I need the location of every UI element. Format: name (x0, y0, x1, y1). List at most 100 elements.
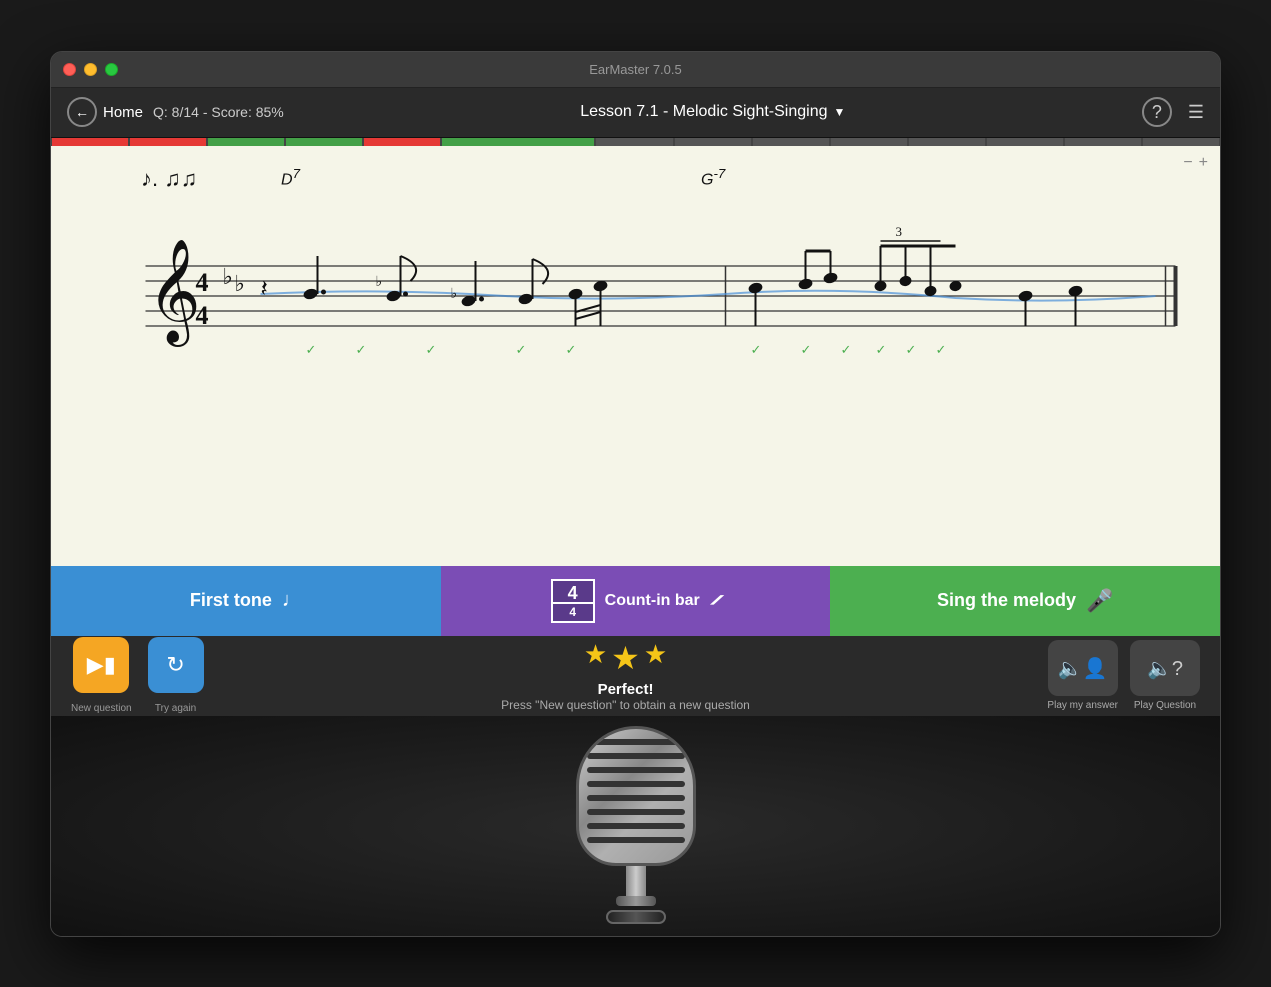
speaker-person-icon: 🔈👤 (1058, 656, 1108, 681)
metronome-icon: 𝄍 (710, 588, 721, 614)
svg-text:✓: ✓ (566, 342, 577, 357)
progress-segment (52, 138, 128, 146)
try-again-button[interactable]: ↻ (148, 637, 204, 693)
svg-text:𝄽: 𝄽 (261, 276, 268, 302)
progress-segment (675, 138, 751, 146)
first-tone-button[interactable]: First tone ♩ (51, 566, 441, 636)
sing-melody-button[interactable]: Sing the melody 🎤 (830, 566, 1220, 636)
mic-grille (587, 739, 685, 843)
close-button[interactable] (63, 63, 76, 76)
progress-segment (286, 138, 362, 146)
tempo-marking: ♪. ♫♫ (141, 166, 197, 192)
traffic-lights (63, 63, 118, 76)
svg-text:✓: ✓ (876, 342, 887, 357)
result-display: ★ ★ ★ Perfect! Press "New question" to o… (220, 639, 1032, 712)
svg-text:✓: ✓ (841, 342, 852, 357)
progress-segment (130, 138, 206, 146)
mic-stripe (587, 809, 685, 815)
first-tone-label: First tone (190, 590, 272, 611)
new-question-button[interactable]: ▶▮ (73, 637, 129, 693)
svg-text:♭: ♭ (235, 271, 245, 296)
progress-segment (442, 138, 594, 146)
mic-stripe (587, 739, 685, 745)
sing-melody-label: Sing the melody (937, 590, 1076, 611)
microphone-icon: 🎤 (1086, 588, 1113, 614)
progress-segment (909, 138, 985, 146)
new-question-label: New question (71, 703, 132, 714)
chevron-down-icon[interactable]: ▼ (833, 105, 845, 119)
new-question-group: ▶▮ New question (71, 637, 132, 714)
chord-label-d7: D7 (281, 166, 300, 189)
home-button[interactable]: ← Home (67, 97, 143, 127)
progress-segment (987, 138, 1063, 146)
sheet-music-area: − + ♪. ♫♫ D7 G-7 (51, 146, 1220, 566)
svg-text:4: 4 (196, 301, 209, 330)
svg-text:4: 4 (196, 268, 209, 297)
chord-label-g7: G-7 (701, 166, 725, 189)
progress-segment (596, 138, 672, 146)
mic-stripe (587, 823, 685, 829)
refresh-icon: ↻ (166, 652, 184, 678)
time-sig-top: 4 (568, 584, 578, 602)
play-buttons: 🔈👤 Play my answer 🔈? Play Question (1047, 640, 1200, 711)
play-answer-group: 🔈👤 Play my answer (1047, 640, 1118, 711)
app-title: EarMaster 7.0.5 (589, 62, 682, 77)
play-question-label: Play Question (1134, 700, 1196, 711)
progress-segment (1143, 138, 1219, 146)
play-question-button[interactable]: 🔈? (1130, 640, 1200, 696)
result-title: Perfect! (598, 681, 654, 698)
svg-text:3: 3 (896, 224, 903, 239)
progress-bar (51, 138, 1220, 146)
action-row: First tone ♩ 4 4 Count-in bar 𝄍 Sing the… (51, 566, 1220, 636)
svg-text:♭: ♭ (451, 287, 458, 302)
time-sig-bottom: 4 (553, 602, 593, 618)
app-window: EarMaster 7.0.5 ← Home Q: 8/14 - Score: … (50, 51, 1221, 937)
mic-stem (626, 866, 646, 896)
menu-button[interactable]: ☰ (1188, 102, 1204, 123)
try-again-group: ↻ Try again (148, 637, 204, 714)
music-staff: 𝄞 4 4 ♭ ♭ 𝄽 ♭ (81, 206, 1190, 386)
progress-segment (831, 138, 907, 146)
play-answer-label: Play my answer (1047, 700, 1118, 711)
lesson-title: Lesson 7.1 - Melodic Sight-Singing ▼ (284, 103, 1142, 121)
svg-text:✓: ✓ (751, 342, 762, 357)
microphone-display (556, 726, 716, 924)
progress-segment (364, 138, 440, 146)
result-subtext: Press "New question" to obtain a new que… (501, 698, 750, 712)
star-1: ★ (584, 639, 607, 677)
next-icon: ▶▮ (87, 652, 116, 678)
control-bar: ▶▮ New question ↻ Try again ★ ★ ★ Perfec… (51, 636, 1220, 716)
count-in-label: Count-in bar (605, 592, 700, 610)
svg-text:♭: ♭ (376, 275, 383, 290)
svg-text:𝄞: 𝄞 (148, 240, 201, 347)
mic-stripe (587, 837, 685, 843)
stars-rating: ★ ★ ★ (584, 639, 667, 677)
count-in-button[interactable]: 4 4 Count-in bar 𝄍 (441, 566, 831, 636)
svg-text:✓: ✓ (356, 342, 367, 357)
score-display: Q: 8/14 - Score: 85% (153, 104, 284, 120)
title-bar: EarMaster 7.0.5 (51, 52, 1220, 88)
back-icon: ← (67, 97, 97, 127)
svg-text:✓: ✓ (516, 342, 527, 357)
svg-text:✓: ✓ (426, 342, 437, 357)
help-button[interactable]: ? (1142, 97, 1172, 127)
progress-segment (208, 138, 284, 146)
play-my-answer-button[interactable]: 🔈👤 (1048, 640, 1118, 696)
mic-stripe (587, 753, 685, 759)
try-again-label: Try again (155, 703, 196, 714)
nav-bar: ← Home Q: 8/14 - Score: 85% Lesson 7.1 -… (51, 88, 1220, 138)
music-note-icon: ♩ (282, 589, 302, 612)
svg-text:✓: ✓ (906, 342, 917, 357)
svg-text:✓: ✓ (936, 342, 947, 357)
mic-ring (606, 910, 666, 924)
mic-area (51, 716, 1220, 936)
speaker-question-icon: 🔈? (1147, 656, 1183, 681)
minimize-button[interactable] (84, 63, 97, 76)
play-question-group: 🔈? Play Question (1130, 640, 1200, 711)
mic-stripe (587, 767, 685, 773)
svg-text:✓: ✓ (801, 342, 812, 357)
home-label: Home (103, 104, 143, 121)
star-3: ★ (644, 639, 667, 677)
svg-text:✓: ✓ (306, 342, 317, 357)
fullscreen-button[interactable] (105, 63, 118, 76)
